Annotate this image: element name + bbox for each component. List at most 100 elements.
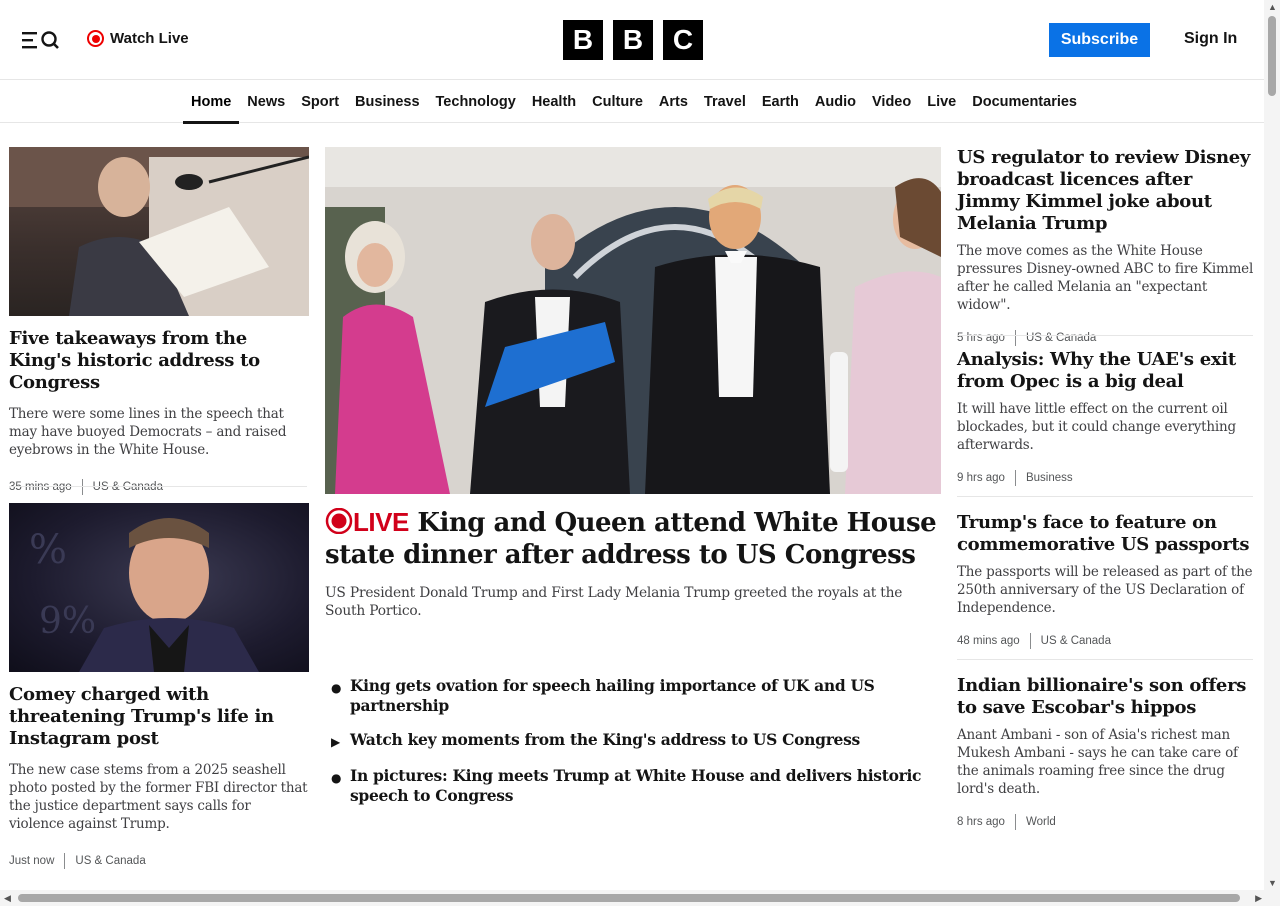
story-meta: Just now US & Canada <box>9 853 309 869</box>
lead-headline-block[interactable]: LIVE King and Queen attend White House s… <box>325 506 941 571</box>
lead-story-image[interactable] <box>325 147 941 494</box>
live-label: LIVE <box>353 507 409 537</box>
story-headline[interactable]: Five takeaways from the King's historic … <box>9 328 309 394</box>
scroll-up-icon[interactable]: ▲ <box>1268 2 1277 12</box>
live-badge: LIVE <box>325 507 409 537</box>
live-record-icon <box>87 30 104 47</box>
story-time: 35 mins ago <box>9 481 72 493</box>
related-link[interactable]: ▶ Watch key moments from the King's addr… <box>331 730 941 752</box>
story-summary: Anant Ambani - son of Asia's richest man… <box>957 727 1238 797</box>
nav-item-home[interactable]: Home <box>183 81 240 124</box>
story-image-king-speech[interactable] <box>9 147 309 316</box>
story-card[interactable]: Analysis: Why the UAE's exit from Opec i… <box>957 349 1257 486</box>
story-card[interactable]: Indian billionaire's son offers to save … <box>957 675 1257 830</box>
menu-search-button[interactable] <box>20 28 62 52</box>
logo-letter: C <box>663 20 703 60</box>
story-summary: The new case stems from a 2025 seashell … <box>9 762 308 832</box>
story-summary: The move comes as the White House pressu… <box>957 243 1254 313</box>
nav-item-health[interactable]: Health <box>524 81 584 122</box>
related-links: ● King gets ovation for speech hailing i… <box>331 676 941 820</box>
story-headline[interactable]: US regulator to review Disney broadcast … <box>957 147 1257 235</box>
nav-item-earth[interactable]: Earth <box>754 81 807 122</box>
vertical-scroll-thumb[interactable] <box>1268 16 1276 96</box>
divider <box>957 496 1253 497</box>
meta-separator <box>1014 814 1016 830</box>
svg-text:%: % <box>29 527 67 573</box>
bullet-icon: ● <box>331 681 342 695</box>
nav-item-arts[interactable]: Arts <box>651 81 696 122</box>
story-category[interactable]: US & Canada <box>75 855 145 867</box>
scroll-right-icon[interactable]: ▶ <box>1255 893 1262 904</box>
divider <box>957 335 1253 336</box>
story-meta: 35 mins ago US & Canada <box>9 479 309 495</box>
story-card[interactable]: % 9% Comey charged with threatening Trum… <box>9 503 309 869</box>
story-summary: The passports will be released as part o… <box>957 564 1253 616</box>
story-meta: 8 hrs ago World <box>957 814 1257 830</box>
vertical-scrollbar[interactable]: ▲ ▼ <box>1264 0 1280 890</box>
play-icon: ▶ <box>331 735 340 749</box>
story-image-comey[interactable]: % 9% <box>9 503 309 672</box>
nav-item-business[interactable]: Business <box>347 81 427 122</box>
bullet-icon: ● <box>331 771 342 785</box>
related-link-text: King gets ovation for speech hailing imp… <box>350 676 875 715</box>
watch-live-link[interactable]: Watch Live <box>87 30 189 47</box>
lead-headline[interactable]: King and Queen attend White House state … <box>325 508 937 570</box>
horizontal-scroll-thumb[interactable] <box>18 894 1240 902</box>
comey-photo: % 9% <box>29 518 259 672</box>
lead-story[interactable]: LIVE King and Queen attend White House s… <box>325 147 941 620</box>
story-card[interactable]: Five takeaways from the King's historic … <box>9 147 309 495</box>
sign-in-link[interactable]: Sign In <box>1184 30 1237 48</box>
story-category[interactable]: US & Canada <box>1026 332 1096 344</box>
meta-separator <box>1029 633 1031 649</box>
story-category[interactable]: World <box>1026 816 1056 828</box>
story-category[interactable]: US & Canada <box>93 481 163 493</box>
nav-item-live[interactable]: Live <box>919 81 964 122</box>
related-link[interactable]: ● In pictures: King meets Trump at White… <box>331 766 941 806</box>
nav-item-audio[interactable]: Audio <box>807 81 864 122</box>
nav-item-documentaries[interactable]: Documentaries <box>964 81 1085 122</box>
story-category[interactable]: Business <box>1026 472 1073 484</box>
related-link[interactable]: ● King gets ovation for speech hailing i… <box>331 676 941 716</box>
nav-item-sport[interactable]: Sport <box>293 81 347 122</box>
story-time: 8 hrs ago <box>957 816 1005 828</box>
scroll-left-icon[interactable]: ◀ <box>4 893 11 904</box>
divider <box>9 486 307 487</box>
nav-item-video[interactable]: Video <box>864 81 919 122</box>
svg-text:9%: 9% <box>39 601 96 642</box>
divider <box>957 659 1253 660</box>
meta-separator <box>1014 470 1016 486</box>
nav-item-news[interactable]: News <box>239 81 293 122</box>
story-summary: There were some lines in the speech that… <box>9 406 287 458</box>
scroll-down-icon[interactable]: ▼ <box>1268 878 1277 888</box>
story-time: 9 hrs ago <box>957 472 1005 484</box>
live-record-icon <box>325 507 353 535</box>
nav-item-technology[interactable]: Technology <box>428 81 524 122</box>
story-headline[interactable]: Analysis: Why the UAE's exit from Opec i… <box>957 349 1257 393</box>
nav-item-culture[interactable]: Culture <box>584 81 651 122</box>
story-time: Just now <box>9 855 55 867</box>
meta-separator <box>81 479 83 495</box>
logo-letter: B <box>563 20 603 60</box>
meta-separator <box>1014 330 1016 346</box>
site-header: Watch Live B B C Subscribe Sign In <box>0 0 1264 80</box>
horizontal-scrollbar[interactable]: ◀ ▶ <box>0 890 1280 906</box>
story-headline[interactable]: Trump's face to feature on commemorative… <box>957 512 1257 556</box>
related-link-text: In pictures: King meets Trump at White H… <box>350 766 922 805</box>
story-summary: It will have little effect on the curren… <box>957 401 1236 453</box>
story-meta: 5 hrs ago US & Canada <box>957 330 1257 346</box>
related-link-text: Watch key moments from the King's addres… <box>350 730 860 749</box>
story-headline[interactable]: Indian billionaire's son offers to save … <box>957 675 1257 719</box>
king-speech-photo <box>9 147 309 316</box>
story-card[interactable]: US regulator to review Disney broadcast … <box>957 147 1257 346</box>
logo-letter: B <box>613 20 653 60</box>
story-time: 48 mins ago <box>957 635 1020 647</box>
story-card[interactable]: Trump's face to feature on commemorative… <box>957 512 1257 649</box>
bbc-logo[interactable]: B B C <box>563 20 703 60</box>
lead-summary: US President Donald Trump and First Lady… <box>325 585 903 619</box>
subscribe-button[interactable]: Subscribe <box>1049 23 1150 57</box>
nav-item-travel[interactable]: Travel <box>696 81 754 122</box>
story-meta: 9 hrs ago Business <box>957 470 1257 486</box>
story-category[interactable]: US & Canada <box>1041 635 1111 647</box>
story-headline[interactable]: Comey charged with threatening Trump's l… <box>9 684 309 750</box>
story-time: 5 hrs ago <box>957 332 1005 344</box>
